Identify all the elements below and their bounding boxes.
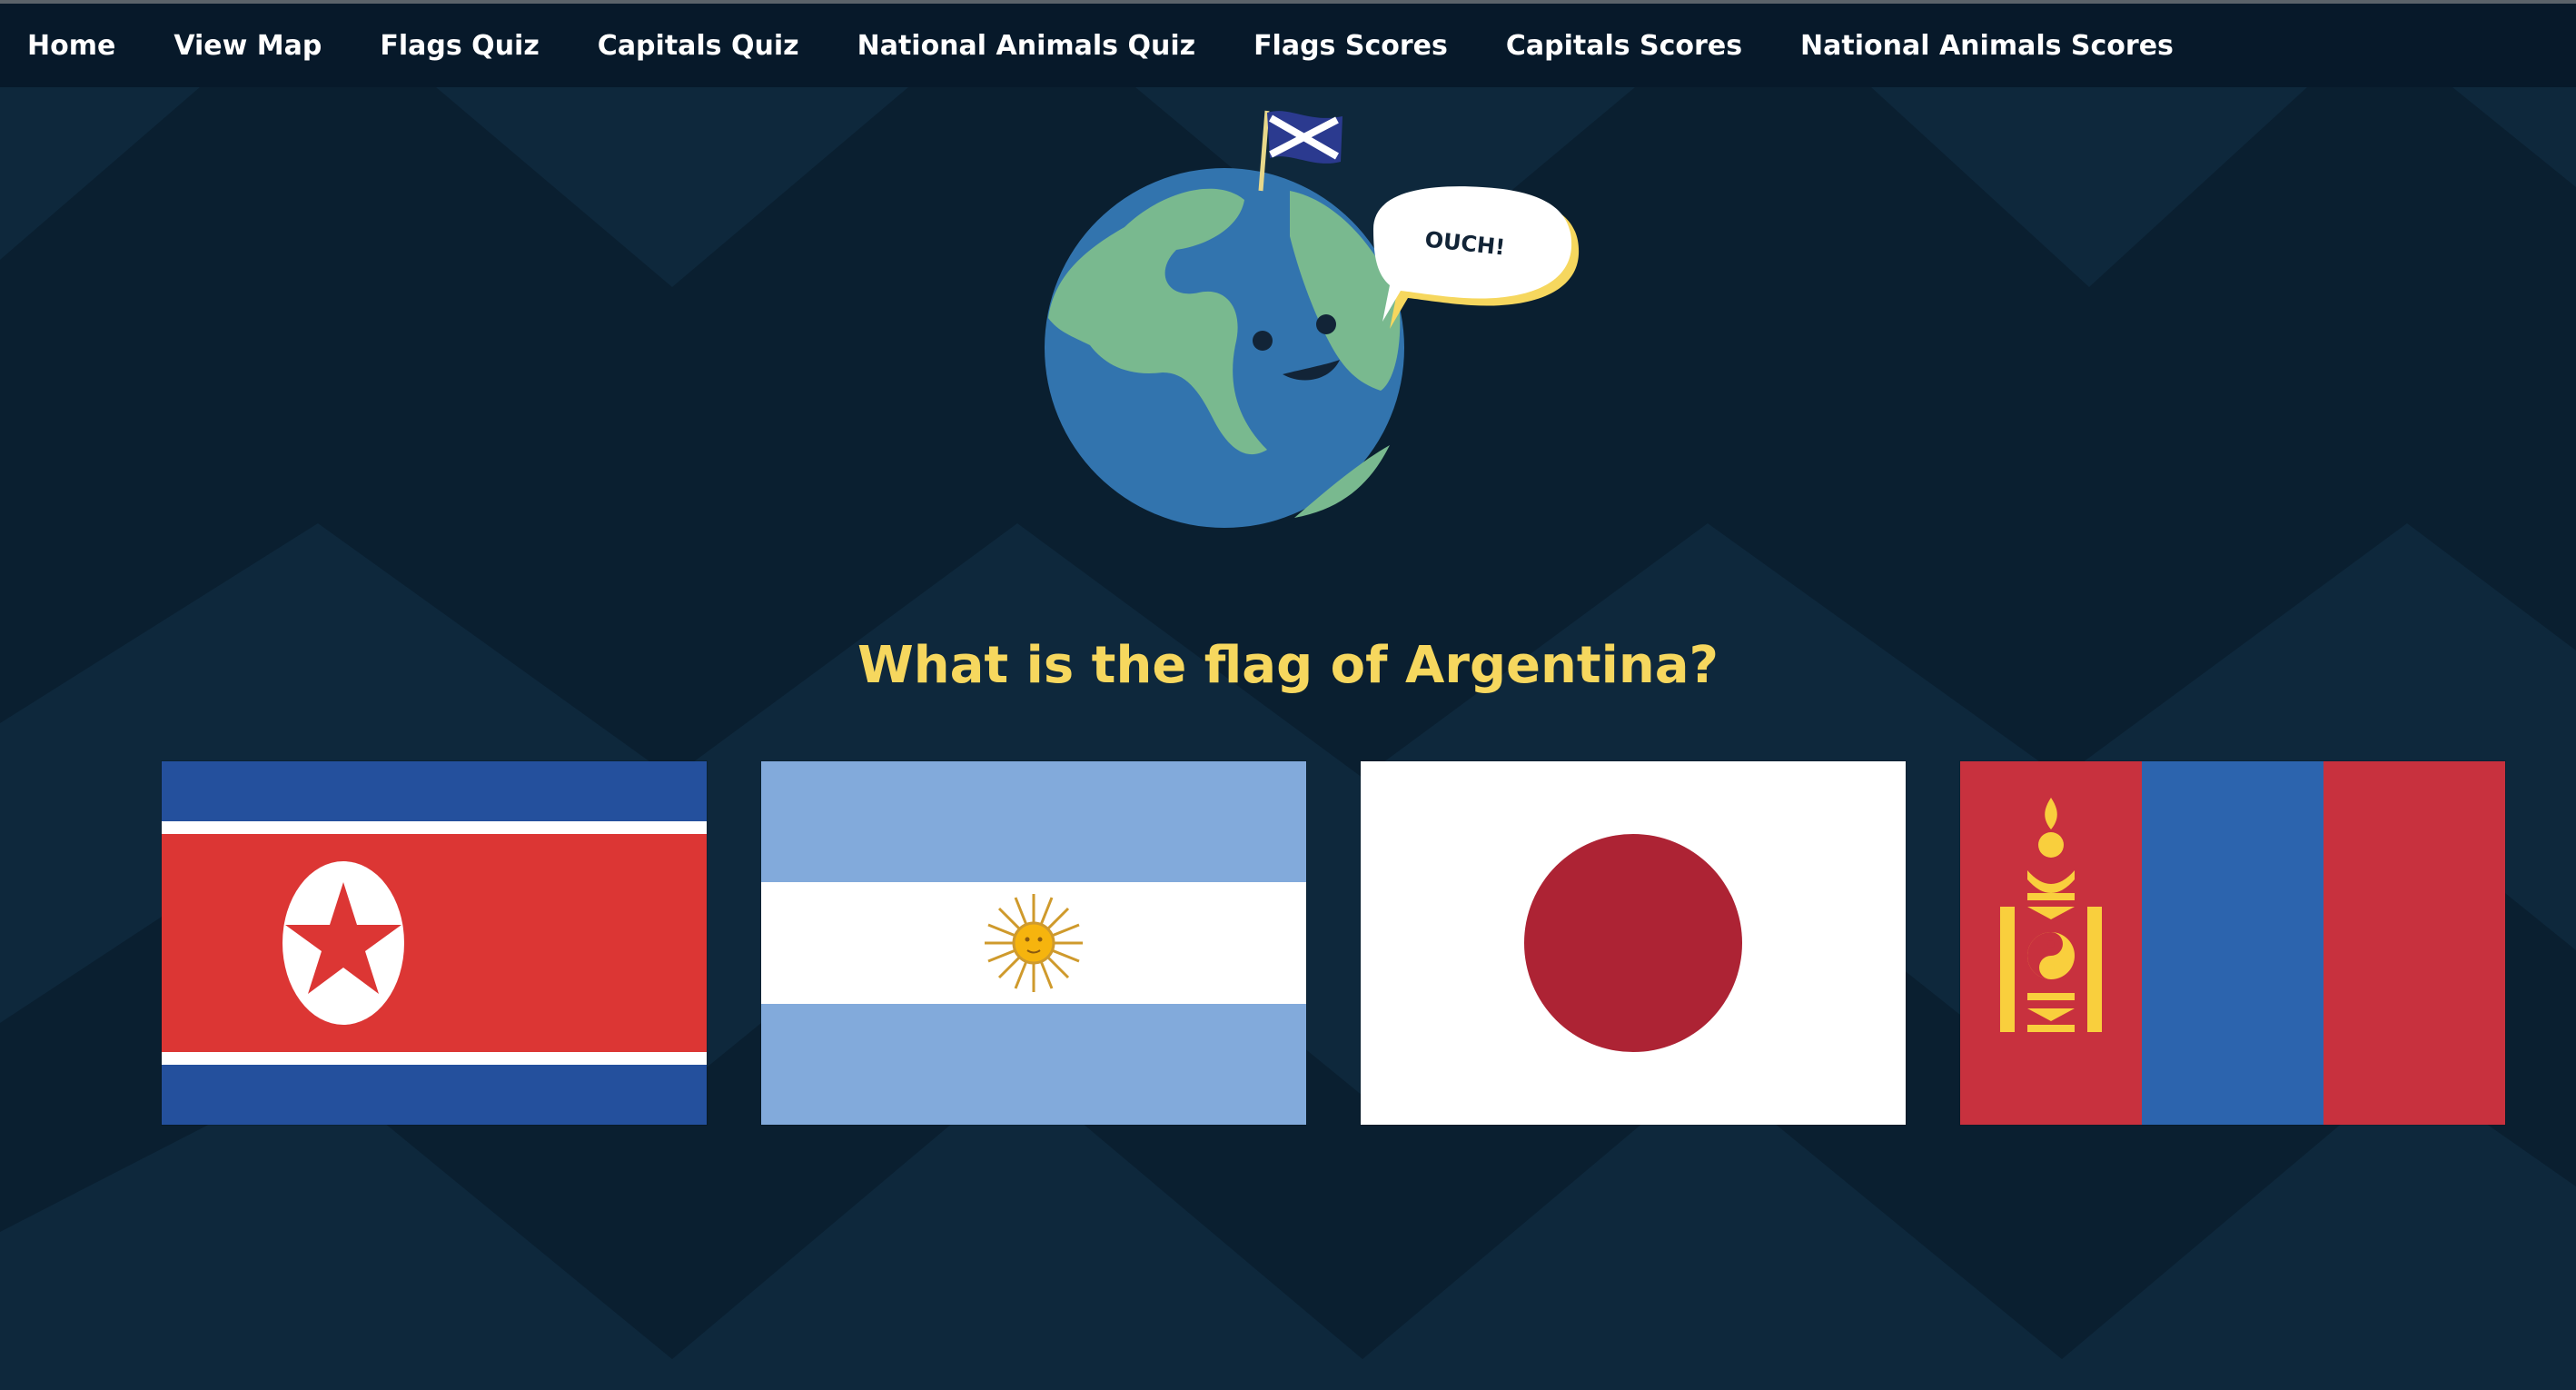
main-navbar: Home View Map Flags Quiz Capitals Quiz N… (0, 4, 2576, 87)
nav-flags-scores-link[interactable]: Flags Scores (1253, 30, 1448, 62)
flag-option-1[interactable] (162, 761, 707, 1125)
nav-view-map-link[interactable]: View Map (173, 30, 322, 62)
argentina-flag-icon (761, 761, 1306, 1125)
speech-bubble: OUCH! (1373, 186, 1580, 329)
hero-illustration: OUCH! (1045, 110, 1580, 528)
smiling-earth-icon (1045, 168, 1404, 528)
nav-capitals-quiz-link[interactable]: Capitals Quiz (598, 30, 799, 62)
nav-national-animals-scores-link[interactable]: National Animals Scores (1800, 30, 2174, 62)
north-korea-flag-icon (162, 761, 707, 1125)
flag-option-2[interactable] (761, 761, 1306, 1125)
quiz-question: What is the flag of Argentina? (857, 636, 1719, 695)
nav-capitals-scores-link[interactable]: Capitals Scores (1506, 30, 1742, 62)
japan-flag-icon (1361, 761, 1906, 1125)
nav-home-link[interactable]: Home (27, 30, 115, 62)
mongolia-flag-icon (1960, 761, 2505, 1125)
nav-national-animals-quiz-link[interactable]: National Animals Quiz (857, 30, 1195, 62)
flag-option-4[interactable] (1960, 761, 2505, 1125)
flag-option-3[interactable] (1361, 761, 1906, 1125)
nav-flags-quiz-link[interactable]: Flags Quiz (380, 30, 539, 62)
